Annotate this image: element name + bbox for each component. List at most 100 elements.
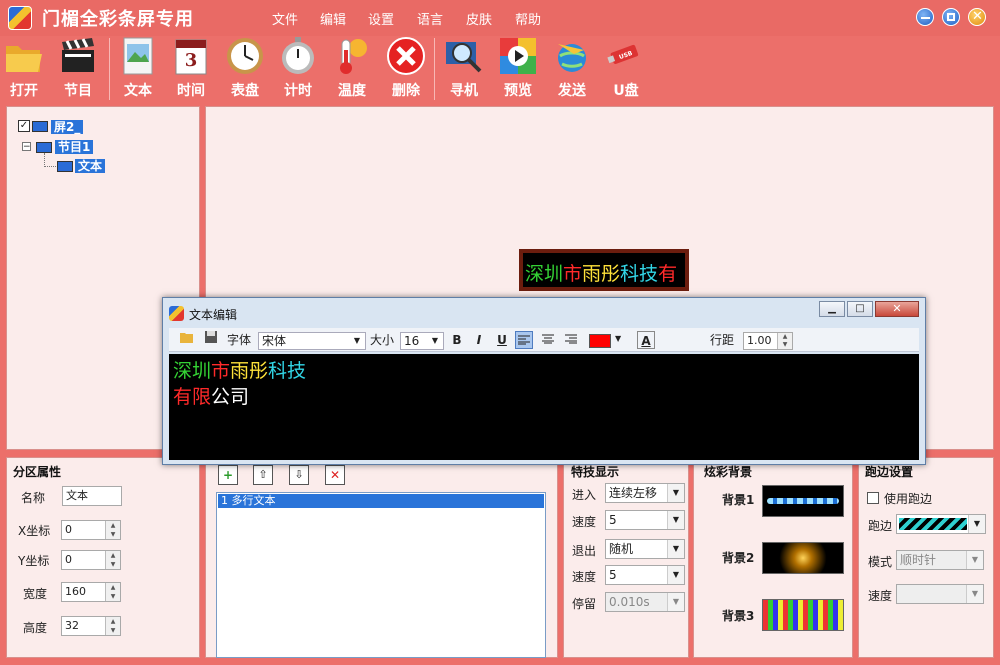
dialog-close-icon[interactable]: ✕	[875, 301, 919, 317]
dialog-minimize-icon[interactable]: ▁	[819, 301, 845, 317]
text-item-icon	[57, 161, 73, 172]
background-panel: 炫彩背景 背景1 背景2 背景3	[693, 457, 853, 658]
line-spacing-spinner[interactable]: ▲ ▼	[777, 333, 792, 349]
use-border-checkbox[interactable]	[867, 492, 879, 504]
list-item[interactable]: 1 多行文本	[218, 494, 544, 508]
text-list: 1 多行文本	[216, 492, 546, 658]
tree-program[interactable]: 节目1	[55, 139, 94, 155]
menu-settings[interactable]: 设置	[368, 9, 394, 28]
usb-button[interactable]: USB U盘	[598, 36, 654, 102]
remove-icon[interactable]: ✕	[325, 465, 345, 485]
border-pattern-select[interactable]: ▼	[896, 514, 986, 534]
bold-button[interactable]: B	[448, 331, 466, 349]
line-spacing-value: 1.00	[747, 334, 772, 347]
temperature-button[interactable]: 温度	[324, 36, 380, 102]
border-settings-title: 跑边设置	[865, 465, 914, 479]
size-select[interactable]: 16 ▼	[400, 332, 444, 350]
menu-skin[interactable]: 皮肤	[466, 9, 492, 28]
temperature-label: 温度	[338, 83, 366, 99]
clapperboard-icon	[62, 38, 94, 72]
exit-select[interactable]: 随机 ▼	[605, 539, 685, 559]
text-button[interactable]: 文本	[110, 36, 166, 102]
border-speed-select[interactable]: ▼	[896, 584, 984, 604]
name-field[interactable]: 文本	[62, 486, 122, 506]
dialog-app-icon	[169, 306, 184, 321]
screen-checkbox[interactable]: ✓	[18, 120, 30, 132]
add-icon[interactable]: +	[218, 465, 238, 485]
align-left-icon[interactable]	[515, 331, 533, 349]
width-spinner[interactable]: ▲ ▼	[105, 583, 120, 601]
tree-text-item[interactable]: 文本	[75, 158, 106, 174]
underline-button[interactable]: U	[493, 331, 511, 349]
enter-value: 连续左移	[609, 486, 658, 500]
bg2-thumbnail[interactable]	[762, 542, 844, 574]
menu-language[interactable]: 语言	[417, 9, 443, 28]
region-properties-title: 分区属性	[13, 465, 62, 479]
open-file-icon[interactable]	[179, 330, 195, 350]
restore-icon[interactable]	[942, 8, 960, 26]
line-spacing-field[interactable]: 1.00 ▲ ▼	[743, 332, 793, 350]
width-value: 160	[65, 585, 86, 598]
search-device-button[interactable]: 寻机	[436, 36, 492, 102]
background-color-icon[interactable]: A	[637, 331, 655, 349]
text-color-swatch[interactable]	[589, 334, 611, 348]
menu-help[interactable]: 帮助	[515, 9, 541, 28]
height-spinner[interactable]: ▲ ▼	[105, 617, 120, 635]
move-up-icon[interactable]: ⇧	[253, 465, 273, 485]
x-value: 0	[65, 523, 72, 536]
minimize-icon[interactable]	[916, 8, 934, 26]
delete-button[interactable]: 删除	[378, 36, 434, 102]
menu-edit[interactable]: 编辑	[320, 9, 346, 28]
chevron-down-icon: ▼	[966, 585, 983, 603]
italic-button[interactable]: I	[470, 331, 488, 349]
time-label: 时间	[177, 83, 205, 99]
collapse-toggle[interactable]: −	[22, 142, 31, 152]
folder-open-icon	[6, 46, 42, 72]
mode-select[interactable]: 顺时针 ▼	[896, 550, 984, 570]
x-spinner[interactable]: ▲ ▼	[105, 521, 120, 539]
bg3-thumbnail[interactable]	[762, 599, 844, 631]
program-button[interactable]: 节目	[50, 36, 106, 102]
region-properties-panel: 分区属性 名称 文本 X坐标 0 ▲ ▼ Y坐标 0 ▲ ▼ 宽度 160 ▲ ▼ 高度 3…	[6, 457, 200, 658]
send-globe-icon	[558, 44, 586, 72]
close-icon[interactable]: ✕	[968, 8, 986, 26]
timer-button[interactable]: 计时	[270, 36, 326, 102]
stay-label: 停留	[572, 597, 597, 611]
effects-title: 特技显示	[571, 465, 620, 479]
speed2-select[interactable]: 5 ▼	[605, 565, 685, 585]
align-right-icon[interactable]	[562, 331, 580, 349]
y-field[interactable]: 0 ▲ ▼	[61, 550, 121, 570]
align-center-icon[interactable]	[539, 331, 557, 349]
height-field[interactable]: 32 ▲ ▼	[61, 616, 121, 636]
bg1-thumbnail[interactable]	[762, 485, 844, 517]
usb-label: U盘	[613, 83, 639, 99]
time-button[interactable]: 3 时间	[163, 36, 219, 102]
color-dropdown-icon[interactable]: ▼	[615, 334, 621, 343]
speed1-value: 5	[609, 513, 617, 527]
text-editor[interactable]: 深圳市雨彤科技 有限公司	[169, 354, 919, 460]
move-down-icon[interactable]: ⇩	[289, 465, 309, 485]
width-field[interactable]: 160 ▲ ▼	[61, 582, 121, 602]
send-button[interactable]: 发送	[544, 36, 600, 102]
size-value: 16	[404, 334, 420, 348]
speed1-select[interactable]: 5 ▼	[605, 510, 685, 530]
open-label: 打开	[10, 83, 38, 99]
chevron-down-icon: ▼	[349, 333, 365, 349]
preview-button[interactable]: 预览	[490, 36, 546, 102]
menu-file[interactable]: 文件	[272, 9, 298, 28]
stay-select[interactable]: 0.010s ▼	[605, 592, 685, 612]
dial-button[interactable]: 表盘	[217, 36, 273, 102]
x-field[interactable]: 0 ▲ ▼	[61, 520, 121, 540]
mode-value: 顺时针	[900, 553, 937, 567]
open-button[interactable]: 打开	[0, 36, 52, 102]
tree-screen[interactable]: 屏2_	[51, 119, 84, 135]
y-spinner[interactable]: ▲ ▼	[105, 551, 120, 569]
editor-text-segment: 有限	[173, 386, 212, 408]
save-icon[interactable]	[204, 330, 220, 350]
font-select[interactable]: 宋体 ▼	[258, 332, 366, 350]
dialog-maximize-icon[interactable]: □	[847, 301, 873, 317]
enter-select[interactable]: 连续左移 ▼	[605, 483, 685, 503]
text-edit-dialog: 文本编辑 ▁ □ ✕ 字体 宋体 ▼ 大小 16 ▼ B I U ▼ A 行距 1.…	[162, 297, 926, 465]
text-document-icon	[123, 37, 153, 75]
mode-label: 模式	[868, 555, 893, 569]
